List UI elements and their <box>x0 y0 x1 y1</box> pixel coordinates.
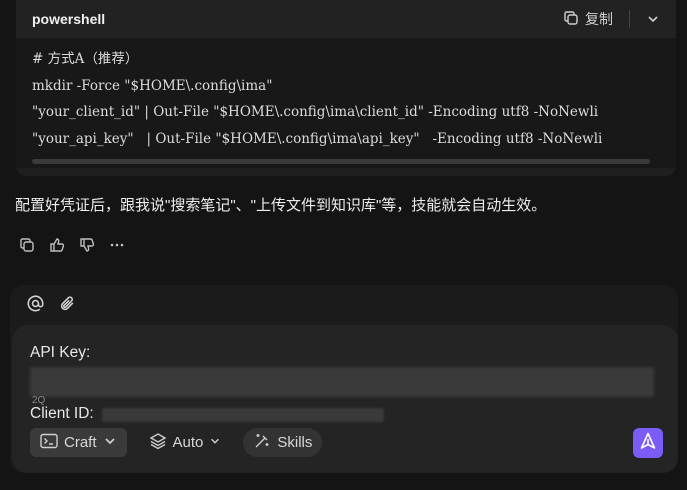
redacted-client-id <box>102 408 384 422</box>
craft-label: Craft <box>64 434 97 451</box>
copy-button[interactable]: 复制 <box>563 9 613 29</box>
code-line: "your_api_key" | Out-File "$HOME\.config… <box>32 130 603 147</box>
skills-button[interactable]: Skills <box>243 428 323 457</box>
paperclip-icon[interactable] <box>58 294 76 312</box>
terminal-icon <box>40 433 58 453</box>
redacted-api-key <box>30 367 654 397</box>
layers-icon <box>149 432 167 454</box>
more-options-icon[interactable] <box>108 236 126 254</box>
code-actions: 复制 <box>563 9 660 29</box>
api-key-label: API Key: <box>30 344 91 361</box>
composer-attachments <box>26 294 76 312</box>
chevron-down-icon <box>103 434 117 452</box>
code-line: # 方式A（推荐） <box>32 51 139 67</box>
craft-mode-button[interactable]: Craft <box>30 428 127 457</box>
code-line: "your_client_id" | Out-File "$HOME\.conf… <box>32 104 599 120</box>
thumbs-down-icon[interactable] <box>78 236 96 254</box>
send-icon <box>640 432 656 455</box>
message-input[interactable]: API Key: 2Q Client ID: Craft Auto Skills <box>12 325 678 473</box>
copy-icon <box>563 10 579 29</box>
code-language: powershell <box>32 11 106 27</box>
copy-label: 复制 <box>585 11 613 27</box>
wand-icon <box>253 432 271 454</box>
copy-message-icon[interactable] <box>18 236 36 254</box>
code-block: powershell 复制 # 方式A（推荐） mkdir -Force "$H… <box>16 0 676 176</box>
chevron-down-icon[interactable] <box>646 12 660 26</box>
header-divider <box>629 10 630 28</box>
assistant-message-text: 配置好凭证后，跟我说"搜索笔记"、"上传文件到知识库"等，技能就会自动生效。 <box>15 197 547 214</box>
client-id-label: Client ID: <box>30 405 94 422</box>
composer: API Key: 2Q Client ID: Craft Auto Skills <box>10 285 678 473</box>
auto-label: Auto <box>172 434 204 451</box>
message-actions <box>18 236 126 254</box>
chevron-down-icon <box>209 434 221 451</box>
send-button[interactable] <box>633 428 663 458</box>
code-content: # 方式A（推荐） mkdir -Force "$HOME\.config\im… <box>16 38 676 168</box>
code-line: mkdir -Force "$HOME\.config\ima" <box>32 77 273 94</box>
thumbs-up-icon[interactable] <box>48 236 66 254</box>
composer-toolbar: Craft Auto Skills <box>30 428 323 457</box>
mention-icon[interactable] <box>26 294 44 312</box>
horizontal-scrollbar[interactable] <box>32 159 650 164</box>
code-block-header: powershell 复制 <box>16 0 676 38</box>
skills-label: Skills <box>277 434 313 451</box>
auto-model-button[interactable]: Auto <box>139 428 232 457</box>
